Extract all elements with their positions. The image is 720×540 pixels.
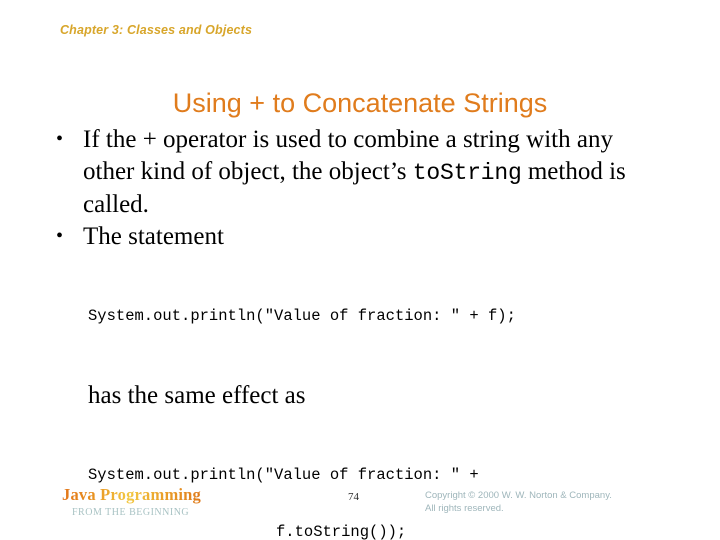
code-block-statement-1: System.out.println("Value of fraction: "… xyxy=(88,269,668,364)
bullet-text-1-code: toString xyxy=(412,159,522,186)
bullet-text-2: The statement xyxy=(83,222,224,250)
bullet-marker-icon: • xyxy=(56,128,64,150)
bullet-text-1: If the + operator is used to combine a s… xyxy=(83,124,668,221)
effect-text: has the same effect as xyxy=(88,382,306,409)
slide-footer: Java Programming FROM THE BEGINNING 74 C… xyxy=(0,482,720,540)
slide-body: • If the + operator is used to combine a… xyxy=(56,124,668,540)
code-line: System.out.println("Value of fraction: "… xyxy=(88,307,516,325)
chapter-header: Chapter 3: Classes and Objects xyxy=(60,23,253,37)
bullet-item-2: • The statement xyxy=(56,221,668,253)
page-title: Using + to Concatenate Strings xyxy=(172,88,548,119)
copyright-notice: Copyright © 2000 W. W. Norton & Company.… xyxy=(425,490,612,515)
copyright-line-2: All rights reserved. xyxy=(425,502,504,514)
brand-logo: Java Programming FROM THE BEGINNING xyxy=(62,485,201,518)
slide: Chapter 3: Classes and Objects Using + t… xyxy=(0,0,720,540)
page-number: 74 xyxy=(348,491,359,503)
bullet-item-1: • If the + operator is used to combine a… xyxy=(56,124,668,221)
brand-subtitle: FROM THE BEGINNING xyxy=(72,507,190,518)
copyright-line-1: Copyright © 2000 W. W. Norton & Company. xyxy=(425,490,612,501)
brand-title: Java Programming xyxy=(62,485,202,504)
bullet-marker-icon: • xyxy=(56,224,64,247)
